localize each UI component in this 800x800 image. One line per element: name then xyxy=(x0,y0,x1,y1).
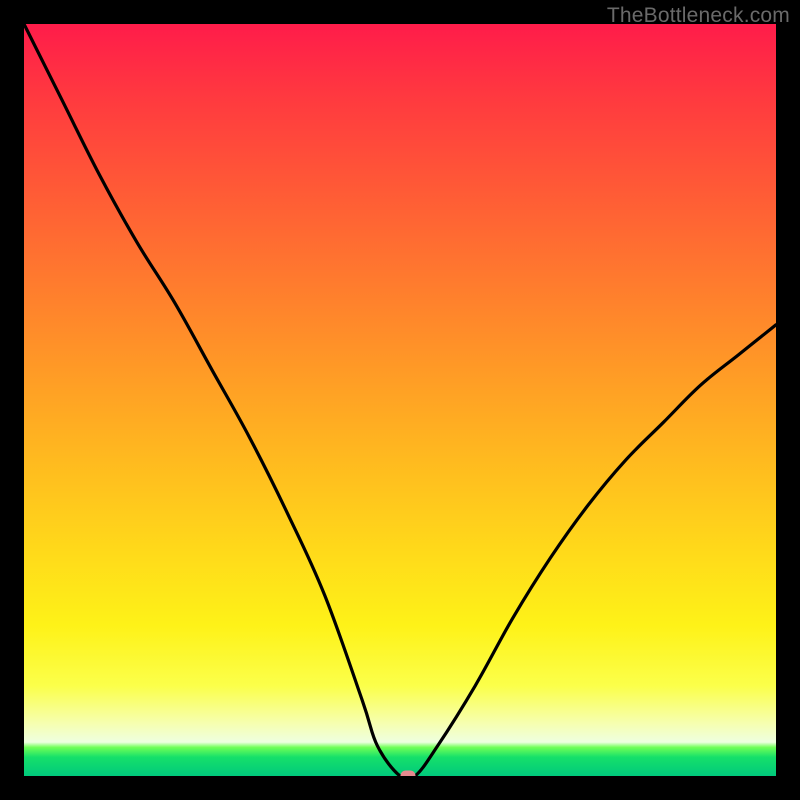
optimal-point-marker xyxy=(400,771,415,777)
chart-frame: TheBottleneck.com xyxy=(0,0,800,800)
bottleneck-curve xyxy=(24,24,776,776)
plot-area xyxy=(24,24,776,776)
watermark-text: TheBottleneck.com xyxy=(607,4,790,28)
